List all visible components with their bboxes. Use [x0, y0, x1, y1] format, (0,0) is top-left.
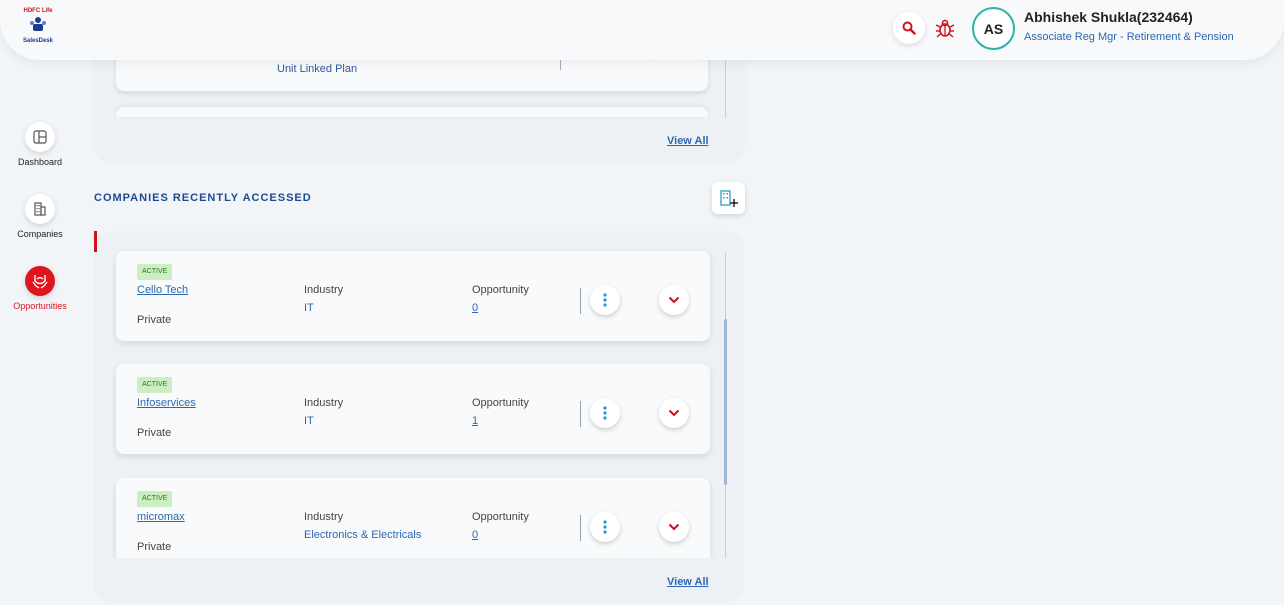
section-accent-marker: [94, 231, 97, 252]
opportunity-count-link[interactable]: 0: [472, 302, 478, 314]
expand-button[interactable]: [659, 398, 689, 428]
status-badge: ACTIVE: [137, 264, 173, 280]
company-name-link[interactable]: Infoservices: [137, 397, 196, 409]
sidebar-item-companies[interactable]: Companies: [0, 194, 80, 239]
more-vertical-icon: [603, 520, 607, 534]
search-button[interactable]: [893, 12, 925, 44]
industry-value: IT: [304, 415, 314, 427]
chevron-down-icon: [668, 523, 680, 531]
section-title: COMPANIES RECENTLY ACCESSED: [94, 192, 312, 204]
industry-label: Industry: [304, 397, 344, 409]
status-badge: ACTIVE: [137, 491, 173, 507]
more-options-button[interactable]: [590, 398, 620, 428]
opportunity-count-link[interactable]: 0: [472, 529, 478, 541]
sidebar-item-opportunities[interactable]: Opportunities: [0, 266, 80, 311]
logo-figure-icon: [30, 17, 46, 31]
company-name-link[interactable]: micromax: [137, 511, 185, 523]
company-type: Private: [137, 541, 172, 553]
company-name-link[interactable]: Cello Tech: [137, 284, 188, 296]
opportunity-label: Opportunity: [472, 284, 529, 296]
chevron-down-icon: [668, 296, 680, 304]
logo-brand-bottom: SalesDesk: [22, 38, 54, 44]
sidebar-item-dashboard[interactable]: Dashboard: [0, 122, 80, 167]
dashboard-icon-button: [25, 122, 55, 152]
app-logo[interactable]: HDFC Life SalesDesk: [18, 8, 58, 46]
company-card: ACTIVE Infoservices Private Industry IT …: [116, 364, 710, 454]
more-vertical-icon: [603, 293, 607, 307]
handshake-icon: [32, 275, 48, 289]
card-divider: [580, 288, 581, 314]
more-options-button[interactable]: [590, 285, 620, 315]
opportunities-icon-button: [25, 266, 55, 296]
dashboard-icon: [33, 130, 47, 144]
more-vertical-icon: [603, 406, 607, 420]
plan-name: Unit Linked Plan: [277, 63, 358, 75]
top-header: HDFC Life SalesDesk AS Abhishek Shukla(2…: [0, 0, 1284, 60]
expand-button[interactable]: [659, 512, 689, 542]
opportunity-label: Opportunity: [472, 511, 529, 523]
plan-card-next: [116, 107, 708, 117]
report-bug-button[interactable]: [932, 15, 958, 41]
bug-icon: [935, 19, 955, 38]
company-card: ACTIVE Cello Tech Private Industry IT Op…: [116, 251, 710, 341]
view-all-link-top[interactable]: View All: [667, 135, 709, 147]
opportunity-label: Opportunity: [472, 397, 529, 409]
add-building-icon: [719, 190, 738, 207]
sidebar-item-label: Dashboard: [17, 157, 63, 167]
company-type: Private: [137, 314, 172, 326]
opportunity-count-link[interactable]: 1: [472, 415, 478, 427]
card-divider: [580, 515, 581, 541]
industry-value: IT: [304, 302, 314, 314]
industry-label: Industry: [304, 284, 344, 296]
industry-value: Electronics & Electricals: [304, 529, 422, 541]
industry-label: Industry: [304, 511, 344, 523]
sidebar-item-label: Opportunities: [13, 301, 67, 311]
chevron-down-icon: [668, 409, 680, 417]
building-icon: [34, 202, 46, 216]
user-role: Associate Reg Mgr - Retirement & Pension: [1024, 31, 1234, 43]
add-company-button[interactable]: [712, 182, 745, 214]
sidebar-item-label: Companies: [17, 229, 63, 239]
user-avatar[interactable]: AS: [972, 7, 1015, 50]
view-all-link[interactable]: View All: [667, 576, 709, 588]
user-name: Abhishek Shukla(232464): [1024, 9, 1193, 25]
search-icon: [902, 21, 916, 35]
scrollbar-thumb[interactable]: [724, 319, 727, 485]
card-divider: [580, 401, 581, 427]
logo-brand-top: HDFC Life: [23, 8, 53, 14]
companies-list-panel: ACTIVE Cello Tech Private Industry IT Op…: [94, 231, 744, 603]
expand-button[interactable]: [659, 285, 689, 315]
company-type: Private: [137, 427, 172, 439]
company-card: ACTIVE micromax Private Industry Electro…: [116, 478, 710, 558]
scrollbar-track[interactable]: [725, 50, 726, 118]
companies-icon-button: [25, 194, 55, 224]
more-options-button[interactable]: [590, 512, 620, 542]
status-badge: ACTIVE: [137, 377, 173, 393]
companies-list: ACTIVE Cello Tech Private Industry IT Op…: [94, 231, 744, 558]
